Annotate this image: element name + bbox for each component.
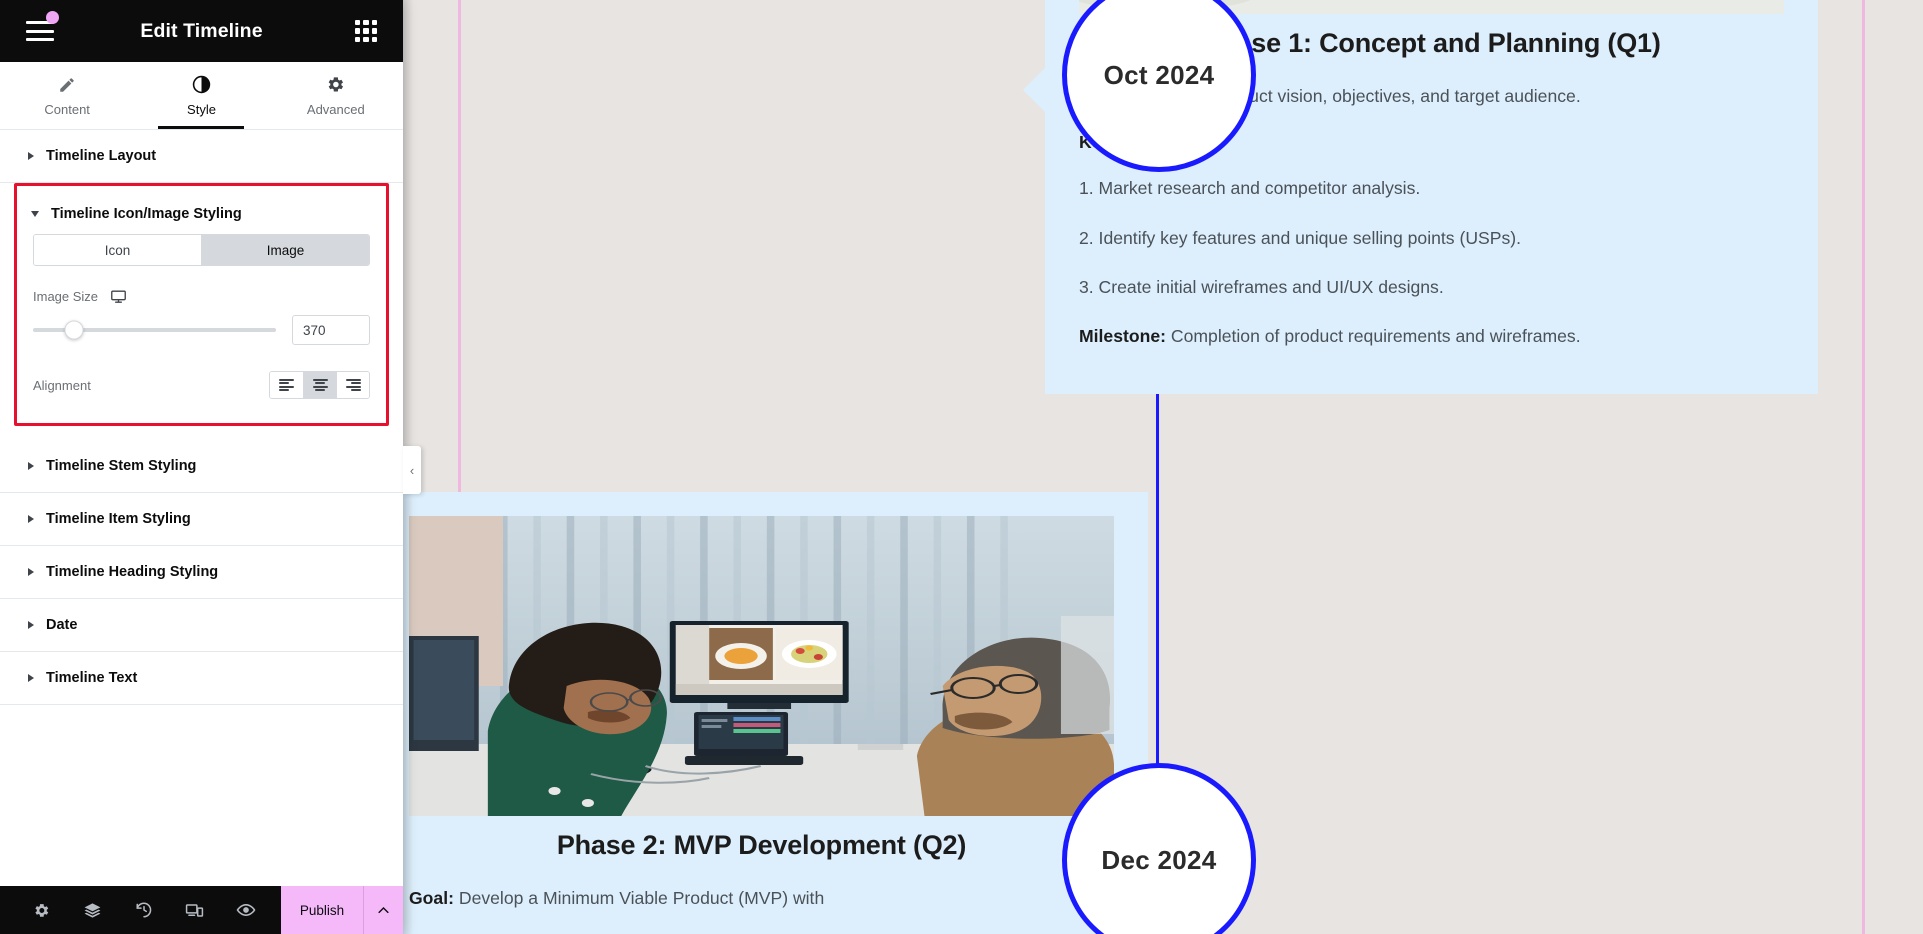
timeline-card-image-2 <box>409 516 1114 816</box>
settings-gear-icon[interactable] <box>16 886 67 934</box>
section-label-item-styling: Timeline Item Styling <box>46 511 191 527</box>
section-timeline-icon-image-styling[interactable]: Timeline Icon/Image Styling Icon Image I… <box>14 183 389 426</box>
align-left-icon[interactable] <box>270 372 303 398</box>
timeline-milestone-1: Milestone: Completion of product require… <box>1079 323 1784 350</box>
sidebar-item-date[interactable]: Date <box>0 599 403 652</box>
panel-footer[interactable]: Publish <box>0 886 403 934</box>
editor-canvas[interactable]: Oct 2024 Phase 1: Concept and Planning (… <box>403 0 1923 934</box>
timeline-card-heading-2: Phase 2: MVP Development (Q2) <box>556 830 967 860</box>
align-right-icon[interactable] <box>336 372 369 398</box>
section-label-heading-styling: Timeline Heading Styling <box>46 564 219 580</box>
image-size-slider-handle[interactable] <box>64 320 84 340</box>
sidebar-item-timeline-heading-styling[interactable]: Timeline Heading Styling <box>0 546 403 599</box>
milestone-label-1: Milestone: <box>1079 326 1166 347</box>
tab-advanced[interactable]: Advanced <box>269 62 403 129</box>
card-pointer-1 <box>1023 68 1045 112</box>
milestone-text-1: Completion of product requirements and w… <box>1166 326 1581 347</box>
chevron-left-icon: ‹ <box>409 462 415 478</box>
timeline-goal-2: Goal: Develop a Minimum Viable Product (… <box>409 885 1114 912</box>
contrast-circle-icon <box>192 75 211 95</box>
history-revisions-icon[interactable] <box>118 886 169 934</box>
hamburger-icon[interactable] <box>26 21 54 41</box>
panel-header: Edit Timeline <box>0 0 403 62</box>
pencil-icon <box>58 75 76 95</box>
publish-button[interactable]: Publish <box>281 886 363 934</box>
section-label-icon-image-styling: Timeline Icon/Image Styling <box>51 206 242 222</box>
sidebar-item-timeline-text[interactable]: Timeline Text <box>0 652 403 705</box>
section-label-timeline-layout: Timeline Layout <box>46 148 157 164</box>
section-label-date: Date <box>46 617 78 633</box>
alignment-label: Alignment <box>33 377 91 393</box>
panel-sections[interactable]: Timeline Layout Timeline Icon/Image Styl… <box>0 130 403 886</box>
tab-content-label: Content <box>44 101 90 117</box>
section-header-icon-image-styling[interactable]: Timeline Icon/Image Styling <box>17 186 386 234</box>
tab-style[interactable]: Style <box>134 62 268 129</box>
panel-collapse-handle[interactable]: ‹ <box>403 446 421 494</box>
goal-text-2: Develop a Minimum Viable Product (MVP) w… <box>453 888 825 908</box>
chevron-right-icon <box>28 568 34 576</box>
elementor-editor-panel[interactable]: Edit Timeline Content Style Advanced Tim… <box>0 0 403 934</box>
alignment-control: Alignment <box>33 371 370 399</box>
footer-icon-group[interactable] <box>0 886 281 934</box>
apps-grid-icon[interactable] <box>355 20 377 42</box>
section-label-timeline-text: Timeline Text <box>46 670 138 686</box>
timeline-card-2[interactable]: Phase 2: MVP Development (Q2) Goal: Deve… <box>403 492 1170 934</box>
section-label-stem-styling: Timeline Stem Styling <box>46 458 197 474</box>
chevron-right-icon <box>28 674 34 682</box>
photo-two-men-monitor <box>409 516 1114 816</box>
chevron-up-icon[interactable] <box>363 886 403 934</box>
choice-image[interactable]: Image <box>201 235 369 265</box>
choice-icon[interactable]: Icon <box>34 235 201 265</box>
page-edge-right <box>1862 0 1865 934</box>
chevron-right-icon <box>28 515 34 523</box>
chevron-right-icon <box>28 621 34 629</box>
activity-item-3: 3. Create initial wireframes and UI/UX d… <box>1079 276 1444 297</box>
layers-navigator-icon[interactable] <box>67 886 118 934</box>
page-title: Edit Timeline <box>140 19 263 42</box>
image-size-slider[interactable] <box>33 320 276 340</box>
gear-icon <box>326 75 345 95</box>
tab-advanced-label: Advanced <box>306 101 365 117</box>
sidebar-item-timeline-item-styling[interactable]: Timeline Item Styling <box>0 493 403 546</box>
chevron-down-icon <box>31 211 39 217</box>
goal-label-2: Goal: <box>409 888 454 908</box>
chevron-right-icon <box>28 152 34 160</box>
image-size-label: Image Size <box>33 289 99 304</box>
icon-image-styling-controls: Icon Image Image Size 370 Alignment <box>17 234 386 423</box>
image-size-label-row: Image Size <box>33 288 370 305</box>
timeline-date-label-1: Oct 2024 <box>1103 59 1215 90</box>
timeline-date-label-2: Dec 2024 <box>1101 844 1217 875</box>
notification-dot-icon <box>46 11 59 24</box>
tab-style-label: Style <box>187 101 216 117</box>
responsive-mode-icon[interactable] <box>169 886 220 934</box>
image-size-input[interactable] <box>292 315 370 345</box>
activity-item-2: 2. Identify key features and unique sell… <box>1079 227 1522 248</box>
activity-item-1: 1. Market research and competitor analys… <box>1079 178 1421 199</box>
preview-eye-icon[interactable] <box>220 886 271 934</box>
alignment-button-group[interactable] <box>269 371 370 399</box>
desktop-icon[interactable] <box>110 288 127 305</box>
panel-tabs[interactable]: Content Style Advanced <box>0 62 403 130</box>
sidebar-item-timeline-stem-styling[interactable]: Timeline Stem Styling <box>0 440 403 493</box>
tab-content[interactable]: Content <box>0 62 134 129</box>
align-center-icon[interactable] <box>303 372 336 398</box>
icon-image-choice-group[interactable]: Icon Image <box>33 234 370 266</box>
sidebar-item-timeline-layout[interactable]: Timeline Layout <box>0 130 403 183</box>
image-size-control[interactable] <box>33 315 370 345</box>
chevron-right-icon <box>28 462 34 470</box>
